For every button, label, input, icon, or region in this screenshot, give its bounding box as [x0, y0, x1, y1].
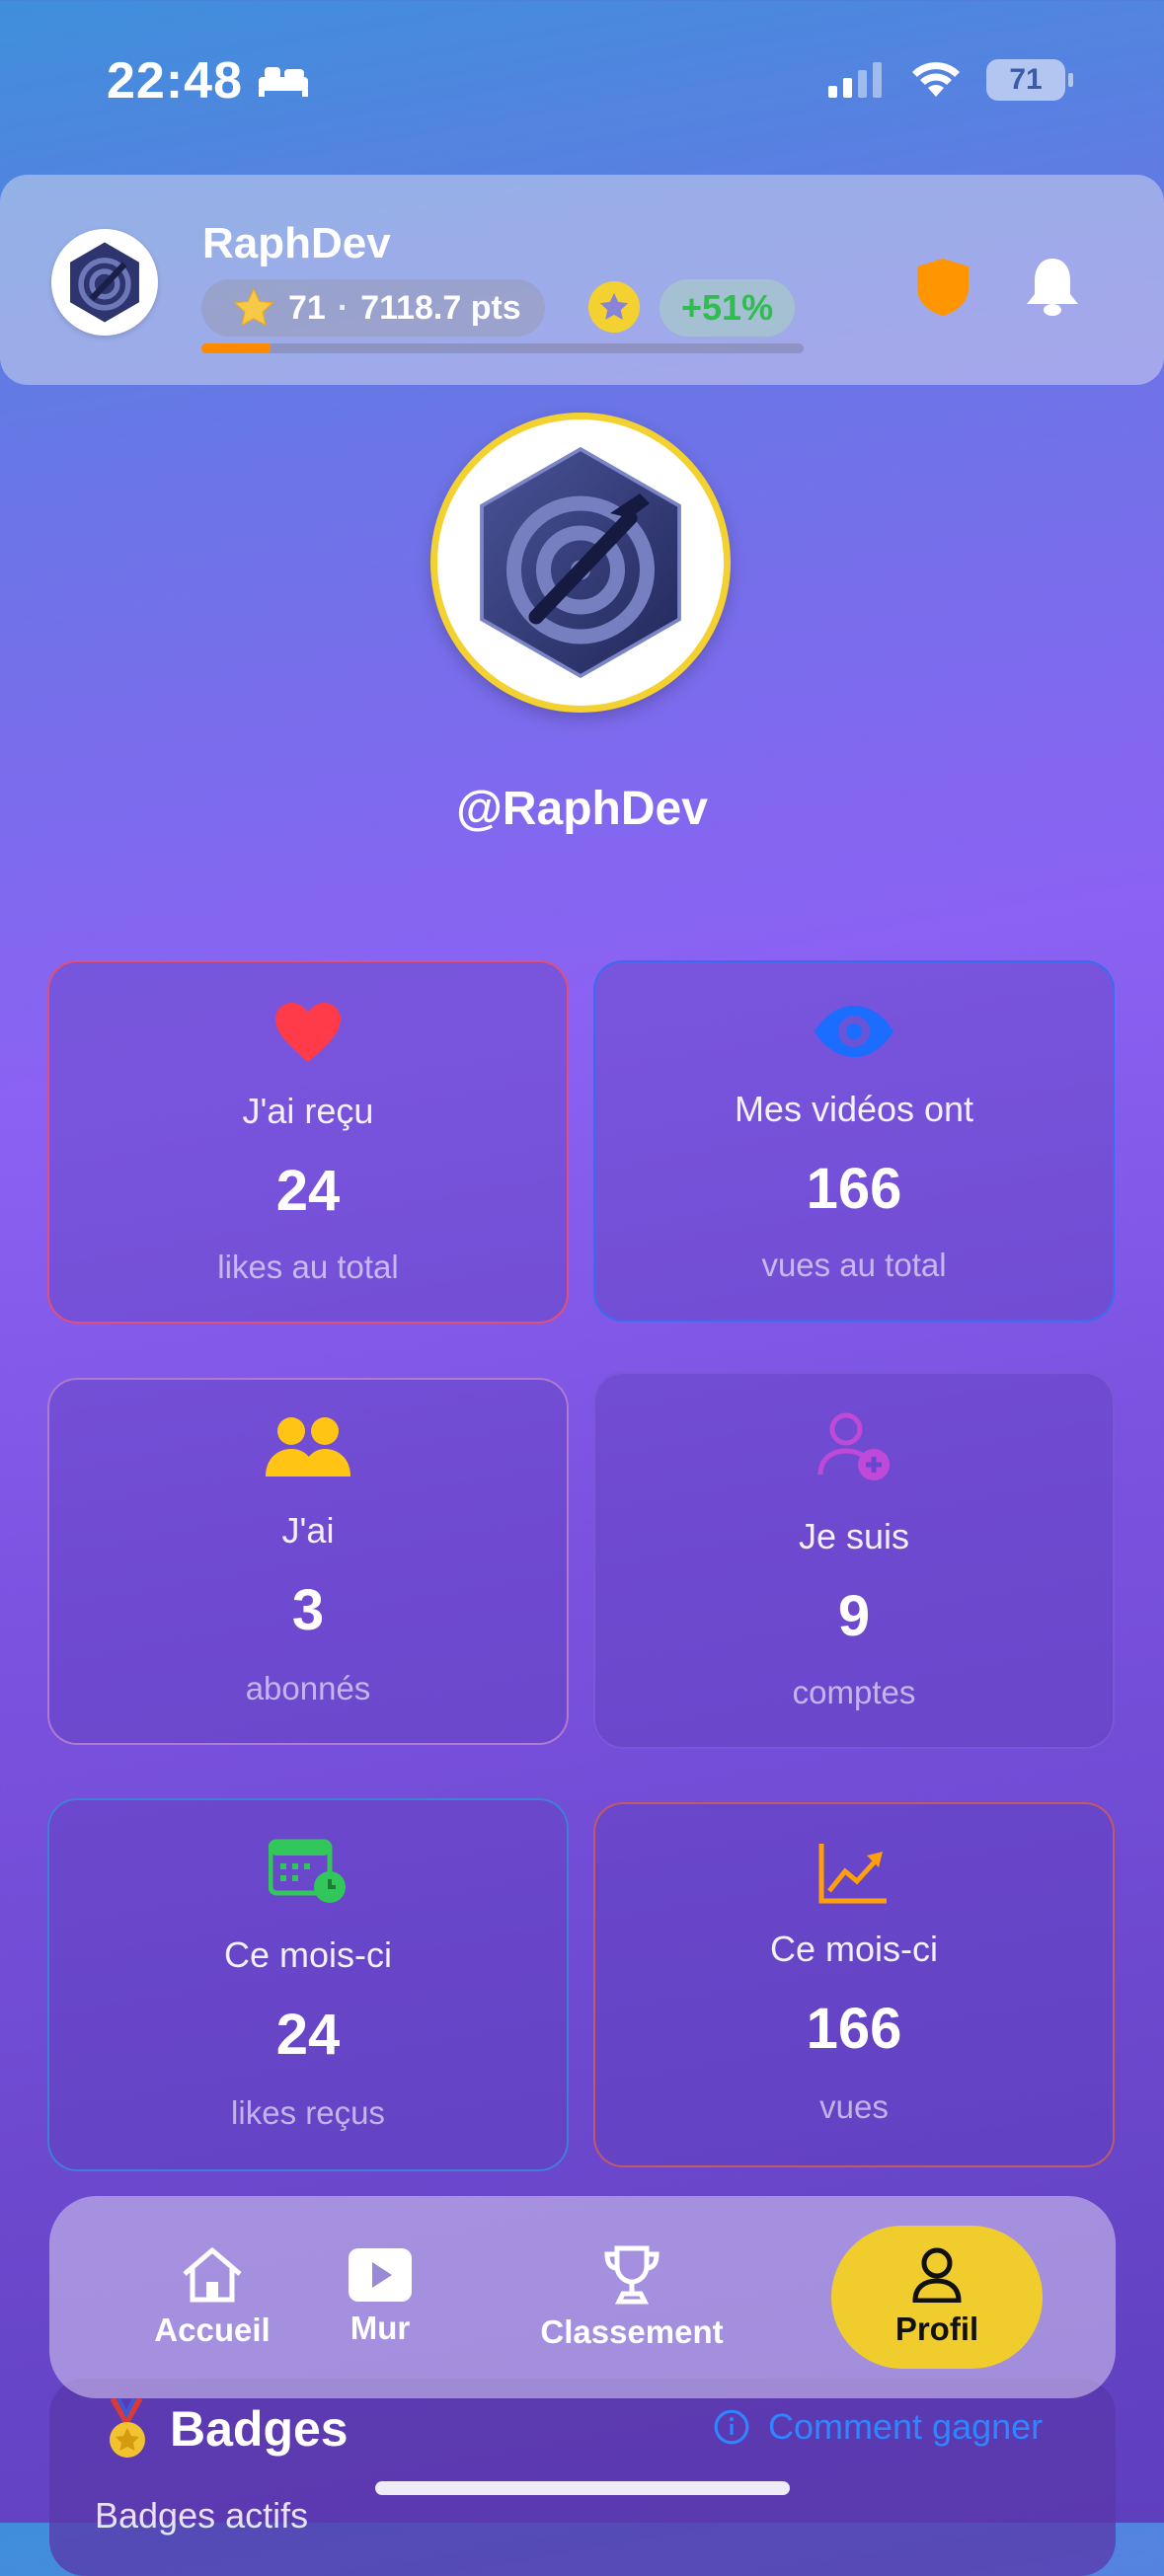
bell-icon[interactable] — [1019, 253, 1086, 320]
stat-label: Ce mois-ci — [223, 1934, 392, 1975]
stat-value: 24 — [275, 1159, 341, 1223]
battery-icon: 71 — [986, 59, 1073, 101]
stat-label: J'ai — [281, 1510, 335, 1551]
star-icon — [233, 287, 274, 327]
stat-label: J'ai reçu — [242, 1091, 374, 1131]
stat-value: 9 — [837, 1584, 871, 1648]
stat-sublabel: vues au total — [761, 1247, 947, 1283]
play-icon — [349, 2247, 412, 2302]
target-badge-icon — [480, 446, 681, 679]
nav-label: Accueil — [154, 2311, 271, 2348]
battery-level: 71 — [1009, 63, 1043, 96]
stat-value: 3 — [291, 1578, 325, 1642]
nav-item-classement[interactable]: Classement — [504, 2196, 760, 2398]
header-username: RaphDev — [202, 219, 391, 267]
stat-value: 166 — [806, 1997, 902, 2061]
nav-label: Profil — [894, 2310, 979, 2347]
people-icon — [266, 1417, 350, 1477]
profile-handle: @RaphDev — [456, 783, 708, 835]
target-badge-icon — [70, 242, 139, 323]
medal-icon — [110, 2398, 145, 2458]
stat-sublabel: vues — [819, 2088, 889, 2125]
bottom-nav: Accueil Mur Classement Profil — [49, 2196, 1116, 2398]
growth-badge: +51% — [660, 279, 796, 337]
stat-sublabel: likes reçus — [231, 2094, 385, 2131]
stat-card-month-views: Ce mois-ci 166 vues — [593, 1802, 1115, 2167]
level-value: 71 — [288, 288, 326, 327]
home-indicator — [375, 2481, 790, 2495]
header-avatar[interactable] — [51, 229, 158, 336]
signal-icon — [828, 62, 882, 98]
points-value: 7118.7 pts — [360, 288, 521, 327]
nav-label: Classement — [540, 2312, 724, 2350]
nav-item-accueil[interactable]: Accueil — [99, 2196, 326, 2398]
stat-sublabel: comptes — [792, 1674, 916, 1710]
status-indicators: 71 — [828, 59, 1073, 101]
active-badges-label: Badges actifs — [95, 2495, 309, 2536]
user-plus-icon — [817, 1412, 890, 1480]
badges-heading: Badges — [170, 2401, 349, 2457]
nav-item-profil[interactable]: Profil — [831, 2226, 1043, 2369]
stat-card-following: Je suis 9 comptes — [593, 1372, 1115, 1749]
nav-item-mur[interactable]: Mur — [296, 2196, 464, 2398]
level-points-pill: 71 · 7118.7 pts — [201, 279, 545, 337]
stat-sublabel: abonnés — [245, 1670, 371, 1706]
home-icon — [183, 2247, 242, 2302]
level-progress-bar — [201, 343, 804, 353]
stat-card-likes: J'ai reçu 24 likes au total — [47, 960, 569, 1324]
stat-label: Je suis — [798, 1516, 910, 1556]
calendar-icon — [269, 1839, 346, 1903]
how-to-earn-link[interactable]: Comment gagner — [713, 2406, 1043, 2448]
time-text: 22:48 — [107, 52, 243, 110]
eye-icon — [815, 1006, 893, 1057]
stat-label: Ce mois-ci — [769, 1929, 938, 1969]
level-progress-fill — [201, 343, 272, 353]
wifi-icon — [912, 62, 960, 97]
stat-card-followers: J'ai 3 abonnés — [47, 1378, 569, 1745]
how-to-earn-text: Comment gagner — [768, 2406, 1044, 2447]
bed-icon — [259, 67, 308, 97]
person-icon — [912, 2247, 962, 2303]
stat-value: 24 — [275, 2003, 341, 2067]
separator: · — [337, 288, 349, 327]
info-icon — [714, 2409, 749, 2445]
shield-icon[interactable] — [913, 257, 972, 318]
stat-label: Mes vidéos ont — [734, 1089, 974, 1129]
rank-star-icon — [588, 281, 640, 333]
badges-title: Badges — [107, 2398, 349, 2460]
heart-icon — [275, 1003, 341, 1062]
stat-value: 166 — [806, 1157, 902, 1221]
trophy-icon — [604, 2245, 660, 2304]
nav-label: Mur — [349, 2309, 411, 2346]
profile-avatar[interactable] — [430, 413, 731, 713]
status-time: 22:48 — [107, 51, 310, 111]
stat-card-month-likes: Ce mois-ci 24 likes reçus — [47, 1798, 569, 2171]
chart-up-icon — [818, 1844, 887, 1904]
header-card — [0, 175, 1164, 385]
stat-sublabel: likes au total — [217, 1249, 399, 1285]
stat-card-views: Mes vidéos ont 166 vues au total — [593, 960, 1115, 1322]
